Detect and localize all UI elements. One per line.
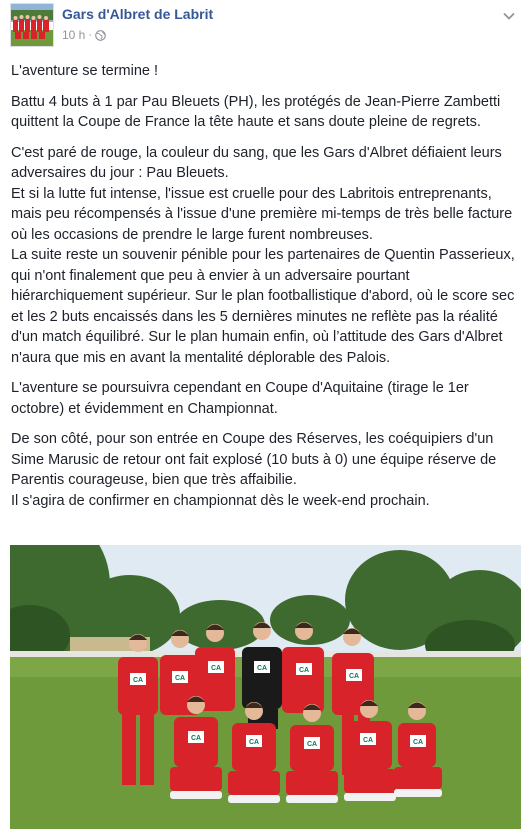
page-name-link[interactable]: Gars d'Albret de Labrit bbox=[62, 6, 213, 22]
team-photo: CA CA CA CA CA CA CA CA CA CA CA bbox=[10, 545, 521, 829]
sponsor-badge: CA bbox=[307, 741, 317, 748]
sponsor-badge: CA bbox=[249, 739, 259, 746]
chevron-down-icon bbox=[503, 12, 515, 20]
sponsor-badge: CA bbox=[133, 677, 143, 684]
sponsor-badge: CA bbox=[175, 675, 185, 682]
post-paragraph: Battu 4 buts à 1 par Pau Bleuets (PH), l… bbox=[11, 93, 501, 131]
sponsor-badge: CA bbox=[257, 665, 267, 672]
meta-separator: · bbox=[88, 29, 93, 41]
sponsor-badge: CA bbox=[191, 735, 201, 742]
globe-icon[interactable] bbox=[95, 29, 106, 41]
sponsor-badge: CA bbox=[299, 667, 309, 674]
post-timestamp[interactable]: 10 h bbox=[62, 28, 85, 42]
sponsor-badge: CA bbox=[363, 737, 373, 744]
sponsor-badge: CA bbox=[349, 673, 359, 680]
post-paragraph: De son côté, pour son entrée en Coupe de… bbox=[11, 431, 497, 509]
post-paragraph: L'aventure se termine ! bbox=[11, 63, 159, 79]
post-paragraph: L'aventure se poursuivra cependant en Co… bbox=[11, 380, 469, 417]
sponsor-badge: CA bbox=[413, 739, 423, 746]
post-header: Gars d'Albret de Labrit 10 h · bbox=[0, 0, 529, 50]
sponsor-badge: CA bbox=[211, 665, 221, 672]
page-avatar[interactable] bbox=[10, 3, 54, 47]
avatar-team-photo bbox=[11, 4, 53, 46]
post-meta: 10 h · bbox=[62, 28, 106, 42]
post-text: L'aventure se termine ! Battu 4 buts à 1… bbox=[11, 61, 521, 521]
post-options-button[interactable] bbox=[501, 10, 517, 22]
post-photo[interactable]: CA CA CA CA CA CA CA CA CA CA CA bbox=[10, 545, 521, 829]
post-paragraph: C'est paré de rouge, la couleur du sang,… bbox=[11, 144, 515, 366]
